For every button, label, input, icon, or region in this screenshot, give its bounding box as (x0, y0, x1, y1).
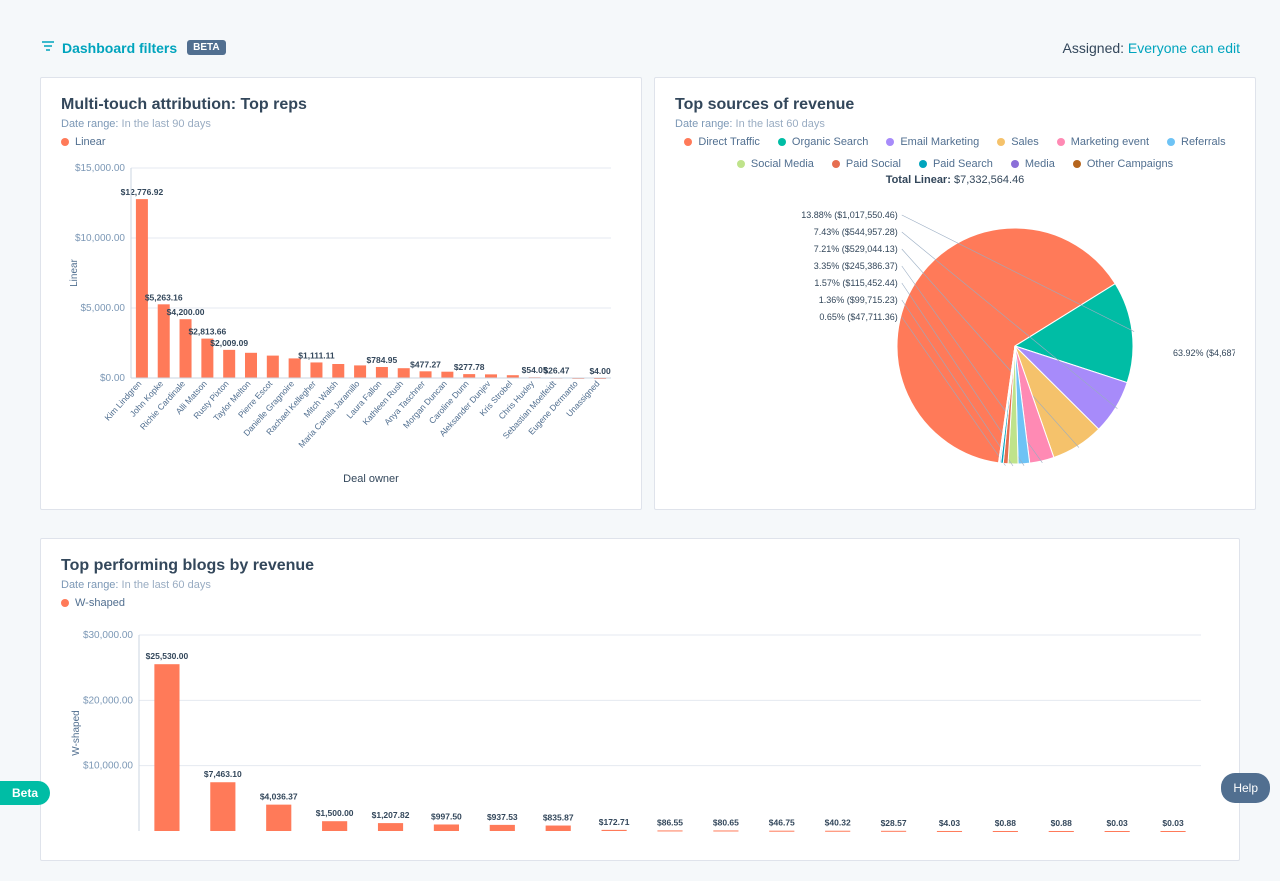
svg-text:$4,036.37: $4,036.37 (260, 792, 298, 802)
bar-chart-blogs[interactable]: $10,000.00 $20,000.00 $30,000.00 $25,530.00… (61, 619, 1211, 839)
svg-text:$477.27: $477.27 (410, 359, 441, 369)
svg-text:$2,813.66: $2,813.66 (188, 327, 226, 337)
dashboard-filters-label: Dashboard filters (62, 40, 177, 56)
svg-text:$937.53: $937.53 (487, 812, 518, 822)
date-range: Date range: In the last 60 days (61, 579, 1219, 591)
svg-text:$0.88: $0.88 (1051, 818, 1073, 828)
svg-text:1.57% ($115,452.44): 1.57% ($115,452.44) (814, 278, 897, 288)
card-top-sources: Top sources of revenue Date range: In th… (654, 77, 1256, 510)
beta-badge: BETA (187, 40, 225, 55)
svg-text:$15,000.00: $15,000.00 (75, 163, 125, 174)
svg-text:1.36% ($99,715.23): 1.36% ($99,715.23) (819, 295, 898, 305)
svg-text:$0.03: $0.03 (1107, 818, 1129, 828)
pie-chart-sources[interactable]: 63.92% ($4,687,233.79) 13.88% ($1,017,550… (675, 196, 1235, 486)
dashboard-filters-button[interactable]: Dashboard filters BETA (40, 38, 226, 57)
svg-text:$5,000.00: $5,000.00 (81, 303, 126, 314)
help-button[interactable]: Help (1221, 773, 1270, 803)
svg-text:$1,207.82: $1,207.82 (372, 810, 410, 820)
date-range: Date range: In the last 60 days (675, 118, 1235, 130)
card-title: Top sources of revenue (675, 96, 1235, 114)
svg-text:$172.71: $172.71 (599, 817, 630, 827)
svg-text:$0.88: $0.88 (995, 818, 1017, 828)
svg-text:Deal owner: Deal owner (343, 473, 399, 485)
svg-text:W-shaped: W-shaped (71, 710, 82, 755)
svg-text:7.21% ($529,044.13): 7.21% ($529,044.13) (814, 244, 898, 254)
svg-text:$28.57: $28.57 (881, 818, 907, 828)
assigned-value[interactable]: Everyone can edit (1128, 40, 1240, 56)
legend: W-shaped (61, 597, 1219, 609)
legend: Direct TrafficOrganic SearchEmail Market… (675, 136, 1235, 170)
assigned-display: Assigned: Everyone can edit (1063, 40, 1240, 56)
svg-text:7.43% ($544,957.28): 7.43% ($544,957.28) (814, 227, 898, 237)
svg-text:$277.78: $277.78 (454, 362, 485, 372)
svg-text:$835.87: $835.87 (543, 813, 574, 823)
svg-text:$20,000.00: $20,000.00 (83, 695, 133, 706)
svg-text:$86.55: $86.55 (657, 817, 683, 827)
svg-text:Linear: Linear (69, 258, 80, 286)
svg-text:$46.75: $46.75 (769, 818, 795, 828)
svg-text:$10,000.00: $10,000.00 (83, 761, 133, 772)
pie-total: Total Linear: $7,332,564.46 (675, 174, 1235, 186)
svg-text:$80.65: $80.65 (713, 817, 739, 827)
svg-text:13.88% ($1,017,550.46): 13.88% ($1,017,550.46) (801, 210, 898, 220)
card-title: Top performing blogs by revenue (61, 557, 1219, 575)
bar-chart-top-reps[interactable]: $0.00 $5,000.00 $10,000.00 $15,000.00 $12,77… (61, 158, 621, 488)
card-title: Multi-touch attribution: Top reps (61, 96, 621, 114)
svg-text:$4.03: $4.03 (939, 818, 961, 828)
date-range: Date range: In the last 90 days (61, 118, 621, 130)
svg-text:63.92% ($4,687,233.79): 63.92% ($4,687,233.79) (1173, 348, 1235, 358)
svg-text:$7,463.10: $7,463.10 (204, 769, 242, 779)
svg-text:3.35% ($245,386.37): 3.35% ($245,386.37) (814, 261, 898, 271)
legend: Linear (61, 136, 621, 148)
svg-text:$12,776.92: $12,776.92 (121, 187, 164, 197)
svg-text:$40.32: $40.32 (825, 818, 851, 828)
svg-text:$0.03: $0.03 (1162, 818, 1184, 828)
svg-text:$30,000.00: $30,000.00 (83, 630, 133, 641)
svg-text:$2,009.09: $2,009.09 (210, 338, 248, 348)
svg-text:$26.47: $26.47 (543, 366, 569, 376)
svg-text:$1,111.11: $1,111.11 (298, 350, 335, 360)
svg-text:0.65% ($47,711.36): 0.65% ($47,711.36) (819, 312, 897, 322)
beta-button[interactable]: Beta (0, 781, 50, 805)
svg-text:$4,200.00: $4,200.00 (167, 307, 205, 317)
svg-text:$25,530.00: $25,530.00 (146, 651, 189, 661)
svg-text:$4.00: $4.00 (589, 366, 611, 376)
svg-text:$0.00: $0.00 (100, 373, 125, 384)
svg-text:$10,000.00: $10,000.00 (75, 233, 125, 244)
card-top-reps: Multi-touch attribution: Top reps Date r… (40, 77, 642, 510)
svg-text:$784.95: $784.95 (367, 355, 398, 365)
filter-icon (40, 38, 56, 57)
svg-text:$1,500.00: $1,500.00 (316, 808, 354, 818)
svg-text:$5,263.16: $5,263.16 (145, 292, 183, 302)
assigned-label: Assigned: (1063, 40, 1124, 56)
